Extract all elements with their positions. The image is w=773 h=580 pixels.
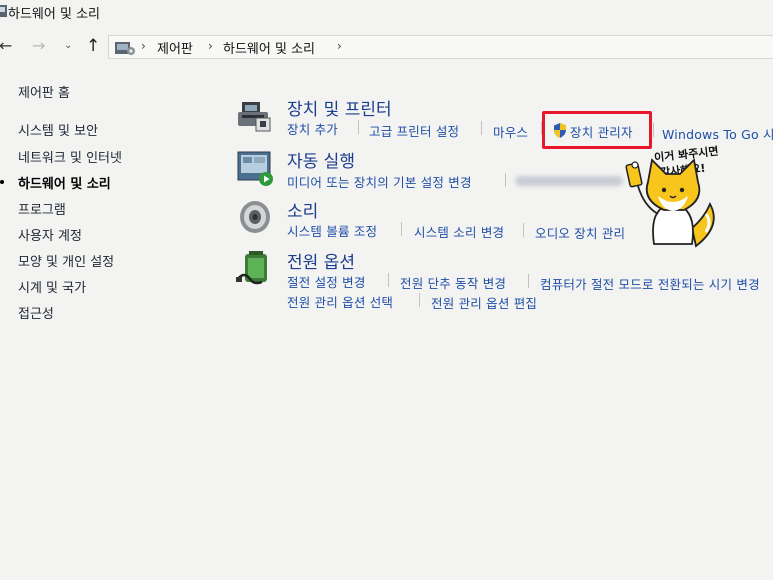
link-edit-power-plan[interactable]: 전원 관리 옵션 편집 [431, 293, 537, 312]
category-title-autoplay[interactable]: 자동 실행 [287, 147, 355, 172]
category-title-power-options[interactable]: 전원 옵션 [287, 248, 355, 273]
link-media-default-settings[interactable]: 미디어 또는 장치의 기본 설정 변경 [287, 172, 472, 191]
link-mouse[interactable]: 마우스 [493, 122, 528, 141]
sidebar-item-hardware-sound[interactable]: 하드웨어 및 소리 [18, 173, 111, 192]
link-divider [481, 121, 482, 135]
link-divider [528, 274, 529, 288]
speaker-icon [240, 201, 270, 233]
forward-arrow-icon[interactable]: → [32, 34, 45, 58]
link-adjust-volume[interactable]: 시스템 볼륨 조정 [287, 221, 377, 240]
sidebar-item-system-security[interactable]: 시스템 및 보안 [18, 120, 98, 139]
sidebar-item-accessibility[interactable]: 접근성 [18, 303, 54, 322]
breadcrumb-separator: › [208, 39, 213, 53]
control-panel-icon [0, 5, 7, 17]
printer-icon [238, 102, 271, 132]
window-title: 하드웨어 및 소리 [8, 7, 100, 22]
link-add-device[interactable]: 장치 추가 [287, 119, 338, 138]
current-page-marker [0, 180, 4, 184]
link-windows-to-go[interactable]: Windows To Go 시작 [662, 124, 773, 143]
back-arrow-icon[interactable]: ← [0, 34, 12, 58]
sidebar-item-user-accounts[interactable]: 사용자 계정 [18, 225, 82, 244]
sidebar-item-clock-region[interactable]: 시계 및 국가 [18, 277, 86, 296]
autoplay-icon [237, 151, 273, 186]
category-title-sound[interactable]: 소리 [287, 197, 318, 222]
address-bar[interactable]: › 제어판 › 하드웨어 및 소리 › [108, 35, 773, 59]
category-title-devices-printers[interactable]: 장치 및 프린터 [287, 95, 392, 120]
navigation-bar: ← → ⌄ ↑ › 제어판 › 하드웨어 및 소리 › [0, 34, 773, 60]
link-change-system-sounds[interactable]: 시스템 소리 변경 [414, 222, 504, 241]
link-change-sleep-settings[interactable]: 절전 설정 변경 [287, 272, 366, 291]
sidebar-item-appearance[interactable]: 모양 및 개인 설정 [18, 251, 114, 270]
control-panel-icon [115, 42, 135, 55]
up-arrow-icon[interactable]: ↑ [86, 34, 100, 58]
link-change-power-button[interactable]: 전원 단추 동작 변경 [400, 273, 506, 292]
breadcrumb-control-panel[interactable]: 제어판 [157, 38, 193, 57]
link-manage-audio-devices[interactable]: 오디오 장치 관리 [535, 223, 625, 242]
link-choose-power-plan[interactable]: 전원 관리 옵션 선택 [287, 292, 393, 311]
blurred-link [515, 176, 623, 186]
link-divider [653, 123, 654, 137]
link-divider [358, 120, 359, 134]
recent-locations-chevron-icon[interactable]: ⌄ [64, 34, 72, 58]
link-divider [523, 223, 524, 237]
breadcrumb-separator: › [337, 39, 342, 53]
link-divider [388, 273, 389, 287]
link-advanced-printer-setup[interactable]: 고급 프린터 설정 [369, 121, 459, 140]
link-change-sleep-timing[interactable]: 컴퓨터가 절전 모드로 전환되는 시기 변경 [540, 274, 760, 293]
link-divider [419, 293, 420, 307]
fox-mascot-icon [625, 158, 715, 248]
battery-icon [236, 251, 267, 285]
link-divider [505, 173, 506, 187]
mascot-sticker: 이거 봐주시면 감사해요! [614, 142, 773, 248]
link-divider [401, 222, 402, 236]
sidebar-control-panel-home[interactable]: 제어판 홈 [18, 82, 70, 101]
breadcrumb-separator: › [141, 39, 146, 53]
sidebar-item-network-internet[interactable]: 네트워크 및 인터넷 [18, 147, 122, 166]
breadcrumb-hardware-sound[interactable]: 하드웨어 및 소리 [223, 38, 315, 57]
sidebar-item-programs[interactable]: 프로그램 [18, 199, 66, 218]
title-bar: 하드웨어 및 소리 [0, 0, 773, 26]
